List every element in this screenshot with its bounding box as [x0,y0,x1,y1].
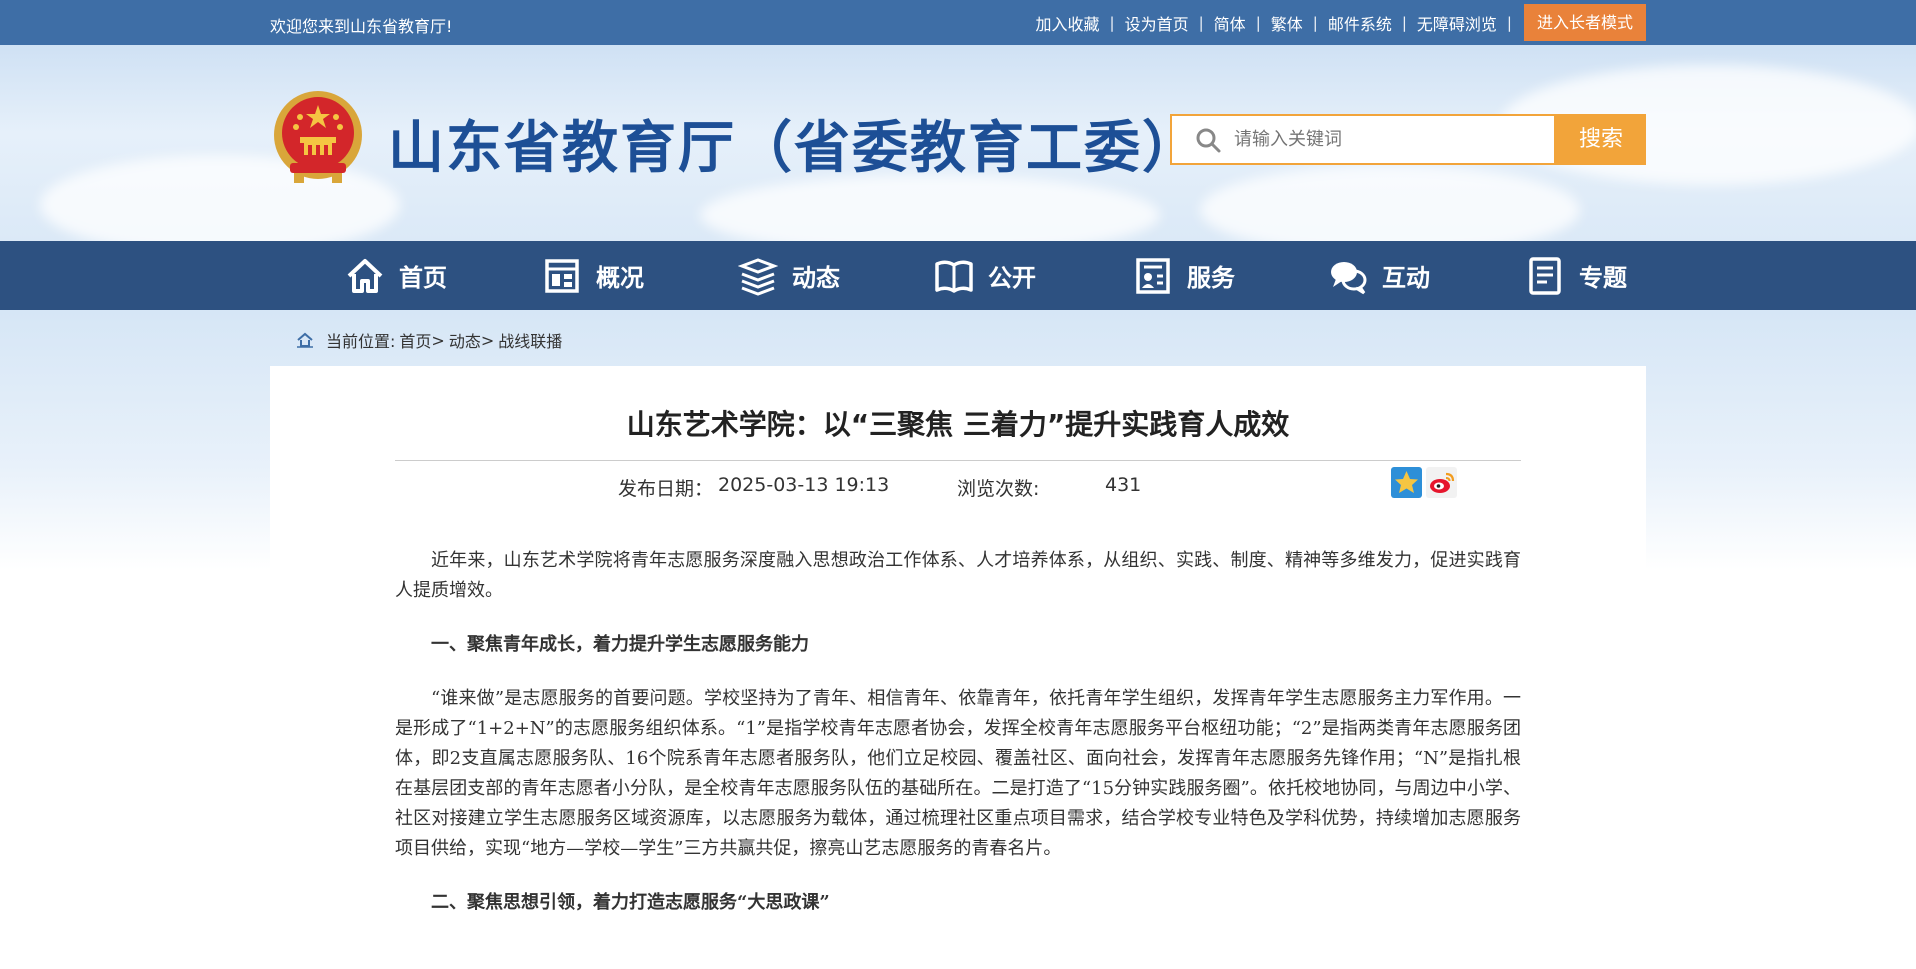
home-icon [297,332,313,348]
separator: | [1198,13,1204,32]
top-links: 加入收藏 | 设为首页 | 简体 | 繁体 | 邮件系统 | 无障碍浏览 | 进… [1026,0,1646,45]
separator: | [1506,13,1512,32]
nav-item-topics[interactable]: 专题 [1525,241,1627,310]
search-box [1170,114,1556,165]
accessibility-link[interactable]: 无障碍浏览 [1407,11,1507,35]
qzone-share-icon[interactable] [1391,467,1422,498]
weibo-share-icon[interactable] [1426,467,1457,498]
set-homepage-link[interactable]: 设为首页 [1115,11,1199,35]
publish-date-value: 2025-03-13 19:13 [718,474,890,496]
top-bar: 欢迎您来到山东省教育厅! 加入收藏 | 设为首页 | 简体 | 繁体 | 邮件系… [0,0,1916,45]
publish-date-label: 发布日期： [618,478,714,500]
search-icon [1196,128,1221,152]
nav-item-public[interactable]: 公开 [934,241,1036,310]
separator: | [1312,13,1318,32]
stack-icon [738,257,778,296]
book-icon [935,260,973,293]
chat-icon [1331,261,1367,294]
breadcrumb-home[interactable]: 首页 [399,328,431,352]
breadcrumb-news[interactable]: 动态 [449,328,481,352]
divider [395,460,1521,461]
simplified-chinese-link[interactable]: 简体 [1204,11,1256,35]
main-nav: 首页 概况 动态 公开 服务 互动 专题 [0,241,1916,310]
home-icon [347,258,383,293]
cloud-decoration [1200,165,1580,241]
nav-item-label: 公开 [988,264,1036,292]
separator: | [1255,13,1261,32]
nav-item-label: 服务 [1187,264,1235,292]
article-title: 山东艺术学院：以“三聚焦 三着力”提升实践育人成效 [626,408,1290,441]
nav-item-label: 动态 [792,264,840,292]
building-icon [545,258,579,293]
article-section-heading: 二、聚焦思想引领，着力打造志愿服务“大思政课” [431,892,830,913]
article-paragraph: 近年来，山东艺术学院将青年志愿服务深度融入思想政治工作体系、人才培养体系，从组织… [395,550,1521,601]
service-icon [1136,257,1170,294]
breadcrumb-current[interactable]: 战线联播 [498,328,562,352]
article-paragraph: “谁来做”是志愿服务的首要问题。学校坚持为了青年、相信青年、依靠青年，依托青年学… [395,688,1521,859]
mail-system-link[interactable]: 邮件系统 [1318,11,1402,35]
nav-item-label: 专题 [1579,264,1627,292]
nav-item-service[interactable]: 服务 [1133,241,1235,310]
nav-item-news[interactable]: 动态 [738,241,840,310]
separator: | [1109,13,1115,32]
nav-item-interaction[interactable]: 互动 [1328,241,1430,310]
nav-item-label: 互动 [1382,264,1430,292]
add-favorite-link[interactable]: 加入收藏 [1026,11,1110,35]
breadcrumb-separator: > [431,330,445,350]
article-body: 近年来，山东艺术学院将青年志愿服务深度融入思想政治工作体系、人才培养体系，从组织… [395,546,1521,942]
search-input[interactable] [1234,129,1534,150]
nav-item-label: 概况 [596,264,644,292]
national-emblem-icon [274,91,362,183]
site-header: 山东省教育厅（省委教育工委） 搜索 [0,45,1916,241]
document-icon [1529,256,1561,295]
breadcrumb-separator: > [480,330,495,350]
breadcrumb: 当前位置: 首页 > 动态 > 战线联播 [296,328,562,352]
view-count-value: 431 [1105,474,1142,496]
article-section-heading: 一、聚焦青年成长，着力提升学生志愿服务能力 [431,634,809,655]
traditional-chinese-link[interactable]: 繁体 [1261,11,1313,35]
site-title: 山东省教育厅（省委教育工委） [388,116,1200,181]
nav-item-home[interactable]: 首页 [345,241,447,310]
nav-item-label: 首页 [399,264,447,292]
nav-item-overview[interactable]: 概况 [542,241,644,310]
welcome-text: 欢迎您来到山东省教育厅! [270,17,453,36]
separator: | [1401,13,1407,32]
breadcrumb-prefix: 当前位置: [326,332,396,351]
elder-mode-button[interactable]: 进入长者模式 [1523,4,1646,41]
cloud-decoration [700,175,1160,241]
article-card: 山东艺术学院：以“三聚焦 三着力”提升实践育人成效 发布日期： 2025-03-… [270,366,1646,969]
search-button[interactable]: 搜索 [1556,114,1646,165]
view-count-label: 浏览次数: [957,478,1040,500]
